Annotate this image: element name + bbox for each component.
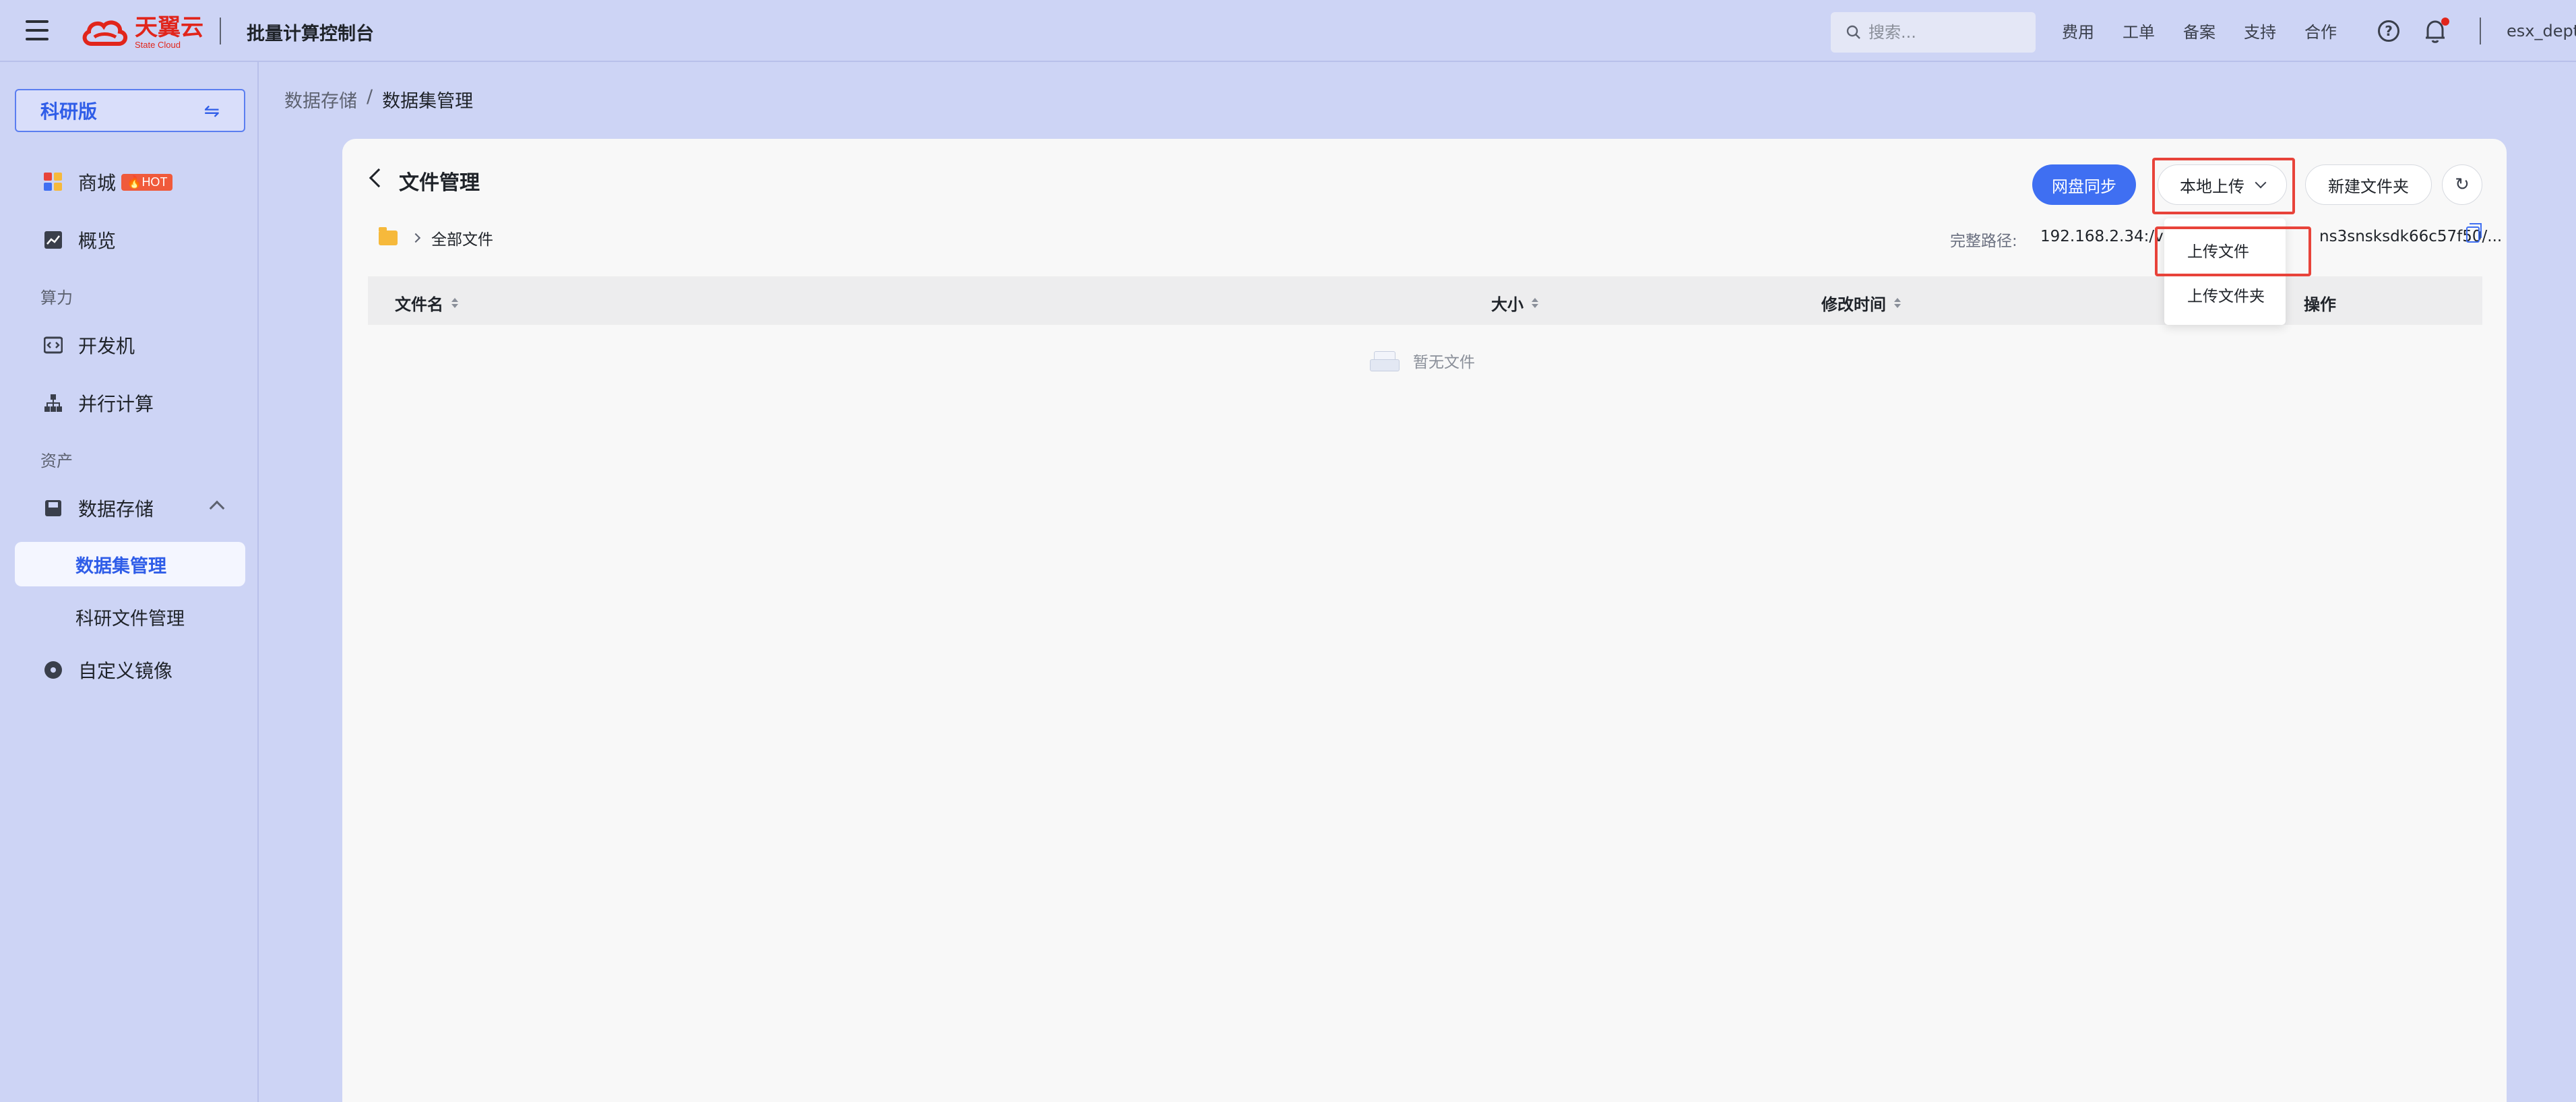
swap-icon: ⇋ bbox=[203, 99, 220, 122]
nav-group-compute: 算力 bbox=[40, 288, 73, 307]
sidebar-item-overview[interactable]: 概览 bbox=[15, 218, 245, 262]
menu-item-upload-file[interactable]: 上传文件 bbox=[2187, 239, 2249, 262]
sidebar-item-label: 商城 bbox=[78, 172, 117, 194]
logo-text-en: State Cloud bbox=[135, 39, 181, 50]
full-path-label: 完整路径: bbox=[1950, 233, 2017, 250]
chevron-down-icon bbox=[2255, 177, 2267, 189]
sidebar-item-label: 概览 bbox=[78, 230, 117, 252]
sidebar-item-label: 自定义镜像 bbox=[78, 660, 173, 682]
column-header-modified[interactable]: 修改时间 bbox=[1821, 291, 1901, 315]
empty-text: 暂无文件 bbox=[1413, 354, 1475, 371]
sidebar-item-dataset-mgmt[interactable]: 数据集管理 bbox=[15, 542, 245, 586]
help-icon[interactable]: ? bbox=[2378, 20, 2399, 42]
path-breadcrumb: 全部文件 bbox=[379, 226, 493, 249]
nav-group-assets: 资产 bbox=[40, 452, 73, 470]
nav-link-partner[interactable]: 合作 bbox=[2304, 19, 2337, 42]
menu-item-upload-folder[interactable]: 上传文件夹 bbox=[2187, 283, 2265, 306]
nav-link-billing[interactable]: 费用 bbox=[2062, 19, 2094, 42]
sidebar: 科研版 ⇋ 商城 🔥HOT 概览 算力 开发机 并行计算 资产 数据存储 数据集… bbox=[0, 62, 259, 1102]
new-folder-button[interactable]: 新建文件夹 bbox=[2305, 164, 2432, 205]
sidebar-item-custom-image[interactable]: 自定义镜像 bbox=[15, 648, 245, 692]
empty-box-icon bbox=[1370, 350, 1400, 371]
bell-icon[interactable] bbox=[2424, 18, 2449, 43]
breadcrumb-current: 数据集管理 bbox=[382, 91, 474, 112]
page-title: 文件管理 bbox=[399, 171, 480, 195]
disc-icon bbox=[42, 659, 65, 681]
column-header-size[interactable]: 大小 bbox=[1491, 291, 1538, 315]
sidebar-item-storage[interactable]: 数据存储 bbox=[15, 487, 245, 530]
search-icon bbox=[1846, 25, 1860, 39]
nav-link-filing[interactable]: 备案 bbox=[2183, 19, 2216, 42]
breadcrumb: 数据存储 / 数据集管理 bbox=[284, 86, 473, 113]
breadcrumb-separator: / bbox=[367, 86, 373, 107]
nav-link-tickets[interactable]: 工单 bbox=[2123, 19, 2155, 42]
search-box[interactable] bbox=[1831, 12, 2036, 53]
apps-icon bbox=[42, 171, 65, 193]
empty-state: 暂无文件 bbox=[1370, 349, 1475, 372]
notification-dot bbox=[2441, 18, 2449, 26]
chevron-up-icon bbox=[209, 500, 225, 516]
hot-badge: 🔥HOT bbox=[121, 173, 173, 191]
path-root[interactable]: 全部文件 bbox=[431, 226, 493, 249]
nav-link-support[interactable]: 支持 bbox=[2244, 19, 2276, 42]
edition-switch[interactable]: 科研版 ⇋ bbox=[15, 89, 245, 132]
breadcrumb-parent[interactable]: 数据存储 bbox=[284, 86, 357, 113]
chart-icon bbox=[42, 228, 65, 251]
back-icon[interactable] bbox=[369, 168, 389, 188]
copy-icon[interactable] bbox=[2466, 223, 2482, 243]
sidebar-item-mall[interactable]: 商城 🔥HOT bbox=[15, 160, 245, 204]
logo-text-cn: 天翼云 bbox=[135, 13, 203, 41]
sidebar-item-parallel[interactable]: 并行计算 bbox=[15, 381, 245, 425]
local-upload-label: 本地上传 bbox=[2180, 177, 2244, 196]
logo[interactable]: 天翼云 State Cloud bbox=[80, 15, 203, 50]
search-input[interactable] bbox=[1868, 23, 2030, 42]
sidebar-item-label: 数据存储 bbox=[78, 498, 154, 520]
sidebar-item-label: 并行计算 bbox=[78, 393, 154, 415]
refresh-icon[interactable]: ↻ bbox=[2442, 164, 2482, 205]
edition-label: 科研版 bbox=[40, 100, 98, 123]
hierarchy-icon bbox=[42, 392, 65, 415]
divider bbox=[2480, 18, 2481, 44]
code-icon bbox=[42, 334, 65, 357]
menu-icon[interactable] bbox=[26, 20, 49, 40]
sort-icon bbox=[1532, 298, 1538, 308]
local-upload-button[interactable]: 本地上传 bbox=[2158, 164, 2287, 205]
cloud-logo-icon bbox=[82, 20, 127, 46]
upload-dropdown-menu: 上传文件 上传文件夹 bbox=[2164, 218, 2286, 325]
sort-icon bbox=[1894, 298, 1901, 308]
column-header-actions: 操作 bbox=[2304, 295, 2336, 314]
chevron-right-icon bbox=[410, 233, 421, 243]
sort-icon bbox=[451, 298, 458, 308]
folder-icon[interactable] bbox=[379, 227, 398, 245]
sidebar-item-label: 开发机 bbox=[78, 335, 135, 357]
sidebar-item-devbox[interactable]: 开发机 bbox=[15, 324, 245, 367]
top-bar: 天翼云 State Cloud 批量计算控制台 费用 工单 备案 支持 合作 ?… bbox=[0, 0, 2576, 62]
divider bbox=[220, 18, 221, 44]
console-title: 批量计算控制台 bbox=[247, 24, 374, 44]
netdisk-sync-button[interactable]: 网盘同步 bbox=[2032, 164, 2136, 205]
disk-icon bbox=[42, 497, 65, 520]
user-account[interactable]: esx_dept bbox=[2507, 22, 2576, 40]
sidebar-item-research-files[interactable]: 科研文件管理 bbox=[15, 594, 245, 639]
full-path-head: 192.168.2.34:/var/ bbox=[2040, 228, 2185, 245]
column-header-filename[interactable]: 文件名 bbox=[395, 291, 458, 315]
top-nav-links: 费用 工单 备案 支持 合作 bbox=[2062, 19, 2337, 42]
